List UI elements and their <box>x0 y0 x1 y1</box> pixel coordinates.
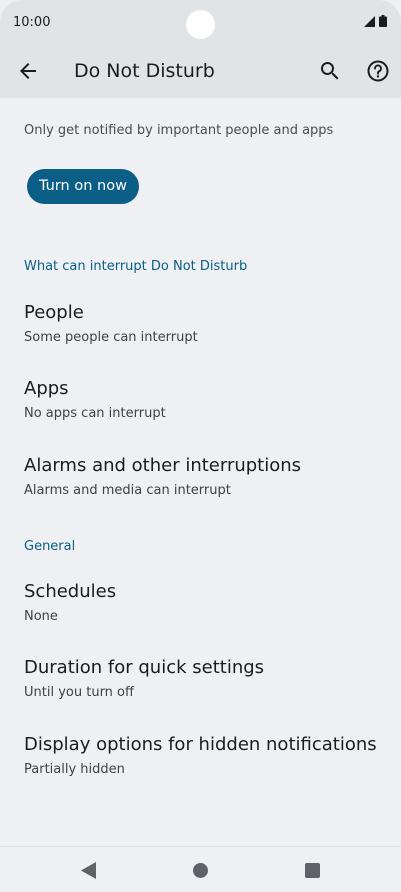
nav-back-icon[interactable] <box>81 862 97 879</box>
signal-icon <box>364 15 375 27</box>
setting-item-display-options[interactable]: Display options for hidden notifications… <box>0 734 401 798</box>
setting-subtitle: Some people can interrupt <box>24 330 198 345</box>
search-icon[interactable] <box>318 59 342 83</box>
section-header-interruptions: What can interrupt Do Not Disturb <box>24 259 248 274</box>
system-icons <box>364 15 387 27</box>
setting-subtitle: Alarms and media can interrupt <box>24 483 231 498</box>
setting-title: People <box>24 302 84 323</box>
settings-content: Only get notified by important people an… <box>0 98 401 846</box>
battery-icon <box>379 15 387 27</box>
setting-title: Display options for hidden notifications <box>24 734 377 755</box>
setting-item-duration[interactable]: Duration for quick settings Until you tu… <box>0 657 401 721</box>
turn-on-now-button[interactable]: Turn on now <box>27 169 139 204</box>
setting-item-apps[interactable]: Apps No apps can interrupt <box>0 378 401 442</box>
setting-item-schedules[interactable]: Schedules None <box>0 581 401 645</box>
status-time: 10:00 <box>13 15 51 30</box>
status-bar: 10:00 <box>0 0 401 46</box>
phone-screen: 10:00 Do Not Disturb Only get notified b… <box>0 0 401 892</box>
navigation-bar <box>0 846 401 892</box>
setting-subtitle: None <box>24 609 58 624</box>
nav-home-icon[interactable] <box>193 863 208 878</box>
page-title: Do Not Disturb <box>74 60 215 82</box>
setting-title: Alarms and other interruptions <box>24 455 302 476</box>
setting-subtitle: Until you turn off <box>24 685 134 700</box>
setting-title: Apps <box>24 378 69 399</box>
setting-item-alarms[interactable]: Alarms and other interruptions Alarms an… <box>0 455 401 519</box>
section-header-general: General <box>24 539 76 554</box>
camera-cutout <box>186 10 215 39</box>
setting-item-people[interactable]: People Some people can interrupt <box>0 302 401 366</box>
setting-title: Duration for quick settings <box>24 657 265 678</box>
setting-subtitle: Partially hidden <box>24 762 125 777</box>
setting-title: Schedules <box>24 581 117 602</box>
help-icon[interactable] <box>365 58 391 84</box>
setting-subtitle: No apps can interrupt <box>24 406 166 421</box>
app-bar: Do Not Disturb <box>0 46 401 98</box>
arrow-back-icon[interactable] <box>16 59 40 83</box>
intro-description: Only get notified by important people an… <box>24 123 334 138</box>
nav-recent-icon[interactable] <box>305 863 320 878</box>
